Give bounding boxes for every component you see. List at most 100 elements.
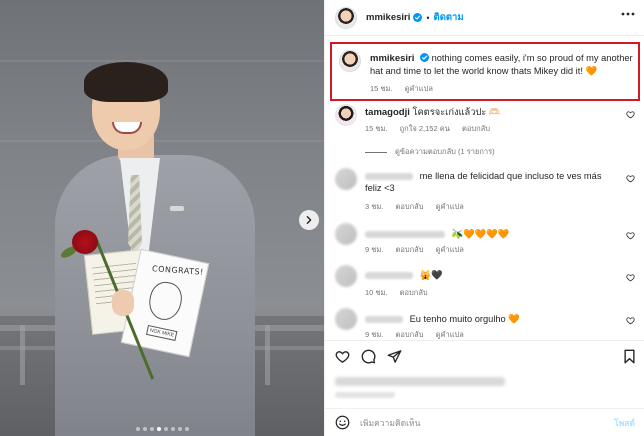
reply-button[interactable]: ตอบกลับ [395,245,423,254]
caption: mmikesiri nothing comes easily, i'm so p… [370,52,638,78]
caption-avatar[interactable] [339,50,361,72]
comment-item: Eu tenho muito orgulho 🧡 9 ชม. ตอบกลับ ด… [335,308,635,340]
carousel-dot [156,427,161,431]
header-user: mmikesiri • ติดตาม [366,10,464,25]
commenter-avatar[interactable] [335,223,357,245]
separator: • [426,12,430,23]
comment-time[interactable]: 10 ชม. [365,288,388,297]
comment-text: Eu tenho muito orgulho 🧡 [409,314,520,324]
comment-text: 🫒🧡🧡🧡🧡 [451,229,510,239]
carousel-dot [170,427,175,431]
bookmark-icon[interactable] [622,349,637,364]
chevron-right-icon [306,216,312,224]
comment-time[interactable]: 3 ชม. [365,202,383,211]
comment-time[interactable]: 9 ชม. [365,245,383,254]
see-translation-link[interactable]: ดูคำแปล [436,202,464,211]
comment-meta: 15 ชม. ถูกใจ 2,152 คน ตอบกลับ [365,123,500,135]
comment-text: โคตรจะเก่งแล้วปะ 🫶🏻 [412,107,501,117]
post-comment-button[interactable]: โพสต์ [614,416,635,430]
comment-item: me llena de felicidad que incluso te ves… [335,168,635,214]
commenter-username-blurred [365,272,413,280]
rail-post [20,325,25,385]
wall-line [0,140,324,142]
view-replies-label: ดูข้อความตอบกลับ (1 รายการ) [395,147,495,156]
comment-time[interactable]: 15 ชม. [365,124,388,133]
rail-post [265,325,270,385]
like-comment-icon[interactable] [626,110,635,119]
comment-input[interactable] [360,417,615,428]
add-comment-bar: โพสต์ [325,408,644,436]
like-comment-icon[interactable] [626,174,635,183]
verified-badge-icon [419,53,429,62]
card-drawing [145,279,186,323]
avatar[interactable] [335,6,357,29]
card-tag: NOK MIKE [145,324,178,342]
see-translation-link[interactable]: ดูคำแปล [405,84,433,93]
see-translation-link[interactable]: ดูคำแปล [436,330,464,339]
verified-badge-icon [413,13,423,22]
commenter-username[interactable]: tamagodji [365,107,410,118]
comment-item: tamagodji โคตรจะเก่งแล้วปะ 🫶🏻 15 ชม. ถูก… [335,104,635,144]
caption-highlight: mmikesiri nothing comes easily, i'm so p… [330,42,640,101]
follow-button[interactable]: ติดตาม [434,10,464,25]
comment-likes[interactable]: ถูกใจ 2,152 คน [400,124,450,133]
emoji-icon[interactable] [335,415,350,430]
comment-body: tamagodji โคตรจะเก่งแล้วปะ 🫶🏻 [365,106,620,119]
comment-body: 🙀🖤 [365,269,620,281]
see-translation-link[interactable]: ดูคำแปล [436,245,464,254]
like-comment-icon[interactable] [626,273,635,282]
reply-button[interactable]: ตอบกลับ [462,124,490,133]
commenter-username-blurred [365,173,413,181]
header-username[interactable]: mmikesiri [366,12,410,23]
post-header: mmikesiri • ติดตาม [325,0,644,36]
comment-meta: 3 ชม. ตอบกลับ ดูคำแปล [365,201,474,213]
person-hair [84,62,168,102]
person-hand [112,290,134,316]
post-date-blurred [335,392,395,398]
commenter-avatar[interactable] [335,265,357,287]
commenter-username-blurred [365,316,403,324]
rose-flower [72,230,98,254]
commenter-avatar[interactable] [335,168,357,190]
comment-meta: 9 ชม. ตอบกลับ ดูคำแปล [365,244,474,256]
comment-icon[interactable] [361,349,376,364]
comment-item: 🫒🧡🧡🧡🧡 9 ชม. ตอบกลับ ดูคำแปล [335,223,635,257]
reply-button[interactable]: ตอบกลับ [395,202,423,211]
commenter-username-blurred [365,231,445,239]
comment-body: me llena de felicidad que incluso te ves… [365,170,620,194]
caption-username[interactable]: mmikesiri [370,53,414,64]
wing-pin [170,206,184,211]
comment-meta: 10 ชม. ตอบกลับ [365,287,438,299]
carousel-dots [0,427,324,431]
view-replies-toggle[interactable]: ดูข้อความตอบกลับ (1 รายการ) [365,146,495,158]
caption-time[interactable]: 15 ชม. [370,84,393,93]
commenter-avatar[interactable] [335,308,357,330]
carousel-dot [135,427,140,431]
like-comment-icon[interactable] [626,231,635,240]
share-icon[interactable] [387,349,402,364]
likes-count-blurred [335,377,505,386]
comment-time[interactable]: 9 ชม. [365,330,383,339]
comment-item: 🙀🖤 10 ชม. ตอบกลับ [335,265,635,299]
comment-text: 🙀🖤 [419,270,443,280]
post-actions [325,340,644,370]
wall-line [0,60,324,62]
comment-body: 🫒🧡🧡🧡🧡 [365,228,620,240]
reply-button[interactable]: ตอบกลับ [400,288,428,297]
commenter-avatar[interactable] [335,104,357,126]
heart-icon[interactable] [335,349,350,364]
post-photo[interactable]: CONGRATS! NOK MIKE [0,0,324,436]
comment-body: Eu tenho muito orgulho 🧡 [365,313,620,325]
card-title: CONGRATS! [151,264,205,277]
more-options-icon[interactable] [621,12,635,16]
caption-meta: 15 ชม. ดูคำแปล [370,83,443,95]
carousel-dot [149,427,154,431]
next-photo-button[interactable] [299,210,319,230]
reply-button[interactable]: ตอบกลับ [395,330,423,339]
carousel-dot [177,427,182,431]
carousel-dot [163,427,168,431]
replies-line [365,151,387,153]
post-detail-panel: mmikesiri • ติดตาม mmikesiri nothing com… [324,0,644,436]
carousel-dot [142,427,147,431]
like-comment-icon[interactable] [626,316,635,325]
